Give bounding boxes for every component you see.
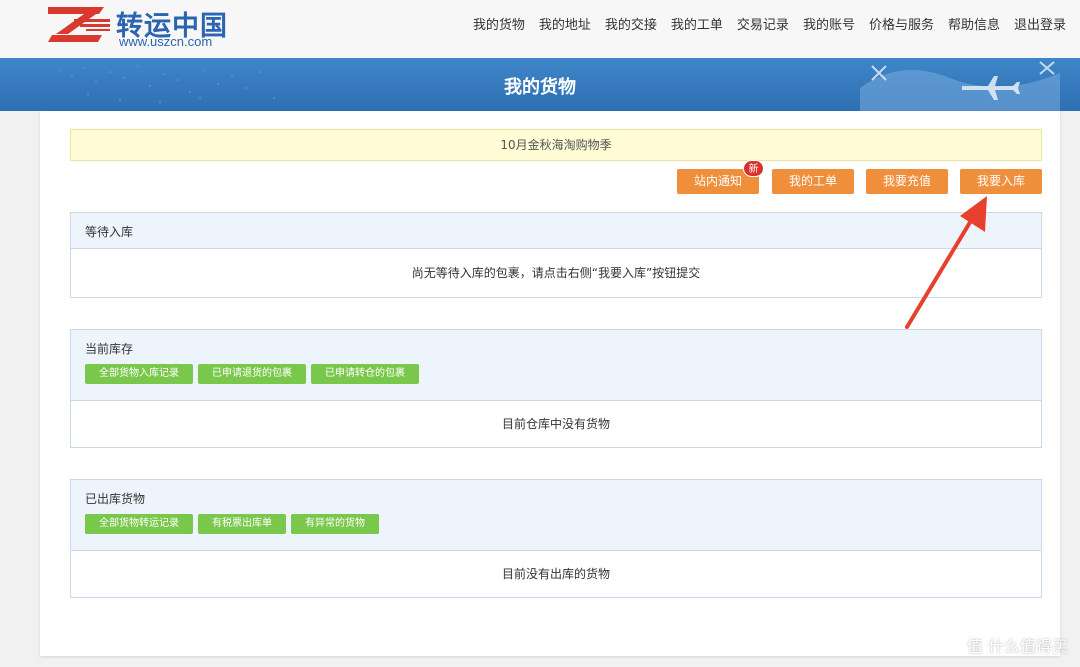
nav-my-handover[interactable]: 我的交接 bbox=[598, 14, 664, 33]
inventory-empty-text: 目前仓库中没有货物 bbox=[501, 417, 610, 431]
new-badge: 新 bbox=[743, 160, 764, 177]
abnormal-goods-button[interactable]: 有异常的货物 bbox=[291, 514, 379, 534]
inventory-panel-title: 当前库存 bbox=[85, 342, 134, 356]
shipped-panel-header: 已出库货物 全部货物转运记录 有税票出库单 有异常的货物 bbox=[71, 480, 1041, 551]
main-nav: 我的货物 我的地址 我的交接 我的工单 交易记录 我的账号 价格与服务 帮助信息… bbox=[466, 14, 1073, 33]
return-requested-button[interactable]: 已申请退货的包裹 bbox=[198, 364, 306, 384]
check-in-button[interactable]: 我要入库 bbox=[960, 169, 1042, 194]
awaiting-panel-header: 等待入库 bbox=[71, 213, 1041, 249]
all-shipment-records-button[interactable]: 全部货物转运记录 bbox=[85, 514, 193, 534]
site-logo[interactable]: 转运中国 www.uszcn.com bbox=[44, 4, 244, 50]
inventory-panel: 当前库存 全部货物入库记录 已申请退货的包裹 已申请转仓的包裹 目前仓库中没有货… bbox=[70, 329, 1042, 448]
shipped-panel: 已出库货物 全部货物转运记录 有税票出库单 有异常的货物 目前没有出库的货物 bbox=[70, 479, 1042, 598]
transfer-requested-button[interactable]: 已申请转仓的包裹 bbox=[311, 364, 419, 384]
page-banner: 我的货物 bbox=[0, 58, 1080, 111]
promo-notice[interactable]: 10月金秋海淘购物季 bbox=[70, 129, 1042, 161]
logo-url: www.uszcn.com bbox=[119, 34, 213, 49]
speed-lines-z-icon bbox=[48, 7, 110, 42]
awaiting-panel-title: 等待入库 bbox=[85, 225, 134, 239]
awaiting-empty-text: 尚无等待入库的包裹，请点击右侧“我要入库”按钮提交 bbox=[411, 266, 701, 280]
inventory-panel-header: 当前库存 全部货物入库记录 已申请退货的包裹 已申请转仓的包裹 bbox=[71, 330, 1041, 401]
inventory-filter-buttons: 全部货物入库记录 已申请退货的包裹 已申请转仓的包裹 bbox=[85, 364, 1027, 393]
shipped-filter-buttons: 全部货物转运记录 有税票出库单 有异常的货物 bbox=[85, 514, 1027, 543]
page-title: 我的货物 bbox=[504, 77, 576, 98]
nav-my-goods[interactable]: 我的货物 bbox=[466, 14, 532, 33]
nav-transactions[interactable]: 交易记录 bbox=[730, 14, 796, 33]
all-inbound-records-button[interactable]: 全部货物入库记录 bbox=[85, 364, 193, 384]
nav-my-tickets[interactable]: 我的工单 bbox=[664, 14, 730, 33]
my-tickets-button[interactable]: 我的工单 bbox=[772, 169, 854, 194]
nav-my-address[interactable]: 我的地址 bbox=[532, 14, 598, 33]
nav-logout[interactable]: 退出登录 bbox=[1007, 14, 1073, 33]
nav-help[interactable]: 帮助信息 bbox=[941, 14, 1007, 33]
action-buttons: 站内通知 新 我的工单 我要充值 我要入库 bbox=[40, 160, 1042, 195]
nav-pricing[interactable]: 价格与服务 bbox=[862, 14, 941, 33]
shipped-empty-text: 目前没有出库的货物 bbox=[501, 567, 610, 581]
awaiting-panel: 等待入库 尚无等待入库的包裹，请点击右侧“我要入库”按钮提交 bbox=[70, 212, 1042, 298]
watermark: 值 什么值得买 bbox=[966, 637, 1068, 656]
content-card: 10月金秋海淘购物季 站内通知 新 我的工单 我要充值 我要入库 等待入库 尚无… bbox=[40, 111, 1060, 656]
recharge-button[interactable]: 我要充值 bbox=[866, 169, 948, 194]
shipped-panel-title: 已出库货物 bbox=[85, 492, 146, 506]
tax-invoice-outbound-button[interactable]: 有税票出库单 bbox=[198, 514, 286, 534]
top-bar: 转运中国 www.uszcn.com 我的货物 我的地址 我的交接 我的工单 交… bbox=[0, 0, 1080, 58]
nav-my-account[interactable]: 我的账号 bbox=[796, 14, 862, 33]
